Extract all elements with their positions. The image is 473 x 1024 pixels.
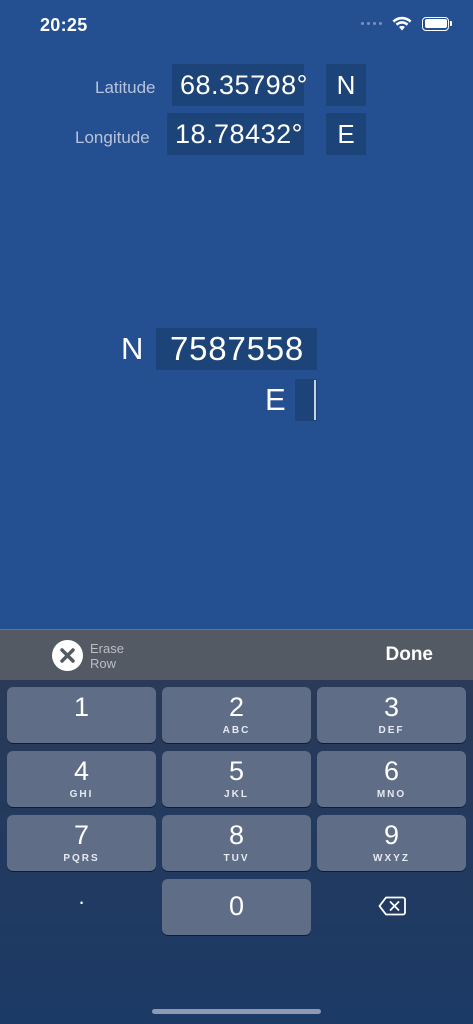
decimal-key[interactable]: . bbox=[7, 884, 156, 910]
key-letters: WXYZ bbox=[373, 853, 410, 864]
status-bar: 20:25 bbox=[0, 0, 473, 52]
delete-key[interactable] bbox=[317, 879, 466, 935]
keyboard-toolbar: Erase Row Done bbox=[0, 629, 473, 680]
key-7[interactable]: 7 PQRS bbox=[7, 815, 156, 871]
home-indicator bbox=[152, 1009, 321, 1014]
longitude-field[interactable]: 18.78432° bbox=[167, 113, 304, 155]
text-caret bbox=[314, 380, 316, 420]
key-4[interactable]: 4 GHI bbox=[7, 751, 156, 807]
key-2[interactable]: 2 ABC bbox=[162, 687, 311, 743]
longitude-hemisphere-toggle[interactable]: E bbox=[326, 113, 366, 155]
erase-row-label: Erase Row bbox=[90, 640, 124, 671]
key-1[interactable]: 1 bbox=[7, 687, 156, 743]
wifi-icon bbox=[392, 16, 412, 31]
status-time: 20:25 bbox=[40, 15, 88, 35]
numeric-keypad: 1 2 ABC 3 DEF 4 GHI 5 JKL 6 MNO 7 PQRS 8… bbox=[0, 680, 473, 1024]
key-digit: 5 bbox=[228, 756, 245, 786]
key-digit: 6 bbox=[383, 756, 400, 786]
latitude-field[interactable]: 68.35798° bbox=[172, 64, 307, 106]
key-letters: TUV bbox=[223, 853, 250, 864]
key-letters: GHI bbox=[69, 789, 94, 800]
key-digit: 4 bbox=[73, 756, 90, 786]
key-letters: JKL bbox=[224, 789, 249, 800]
key-digit: 2 bbox=[228, 692, 245, 722]
key-digit: 1 bbox=[73, 692, 90, 722]
latitude-hemisphere-toggle[interactable]: N bbox=[326, 64, 366, 106]
erase-row-button[interactable]: Erase Row bbox=[52, 640, 140, 671]
northing-field[interactable]: 7587558 bbox=[156, 328, 317, 370]
cellular-signal-icon bbox=[361, 22, 382, 25]
key-letters: ABC bbox=[222, 725, 251, 736]
key-0[interactable]: 0 bbox=[162, 879, 311, 935]
key-letters: PQRS bbox=[63, 853, 100, 864]
key-digit: 7 bbox=[73, 820, 90, 850]
backspace-icon bbox=[378, 896, 406, 916]
key-letters: DEF bbox=[378, 725, 405, 736]
key-8[interactable]: 8 TUV bbox=[162, 815, 311, 871]
northing-letter: N bbox=[121, 331, 144, 366]
key-digit: 3 bbox=[383, 692, 400, 722]
key-5[interactable]: 5 JKL bbox=[162, 751, 311, 807]
close-circle-icon bbox=[52, 640, 83, 671]
battery-icon bbox=[422, 16, 452, 31]
longitude-label: Longitude bbox=[75, 128, 150, 147]
key-3[interactable]: 3 DEF bbox=[317, 687, 466, 743]
key-letters: MNO bbox=[376, 789, 407, 800]
key-6[interactable]: 6 MNO bbox=[317, 751, 466, 807]
key-9[interactable]: 9 WXYZ bbox=[317, 815, 466, 871]
key-digit: 0 bbox=[228, 891, 245, 921]
easting-letter: E bbox=[265, 382, 286, 417]
key-digit: 9 bbox=[383, 820, 400, 850]
key-digit: 8 bbox=[228, 820, 245, 850]
status-icons bbox=[361, 16, 452, 31]
latitude-label: Latitude bbox=[95, 78, 156, 97]
done-button[interactable]: Done bbox=[386, 644, 434, 666]
